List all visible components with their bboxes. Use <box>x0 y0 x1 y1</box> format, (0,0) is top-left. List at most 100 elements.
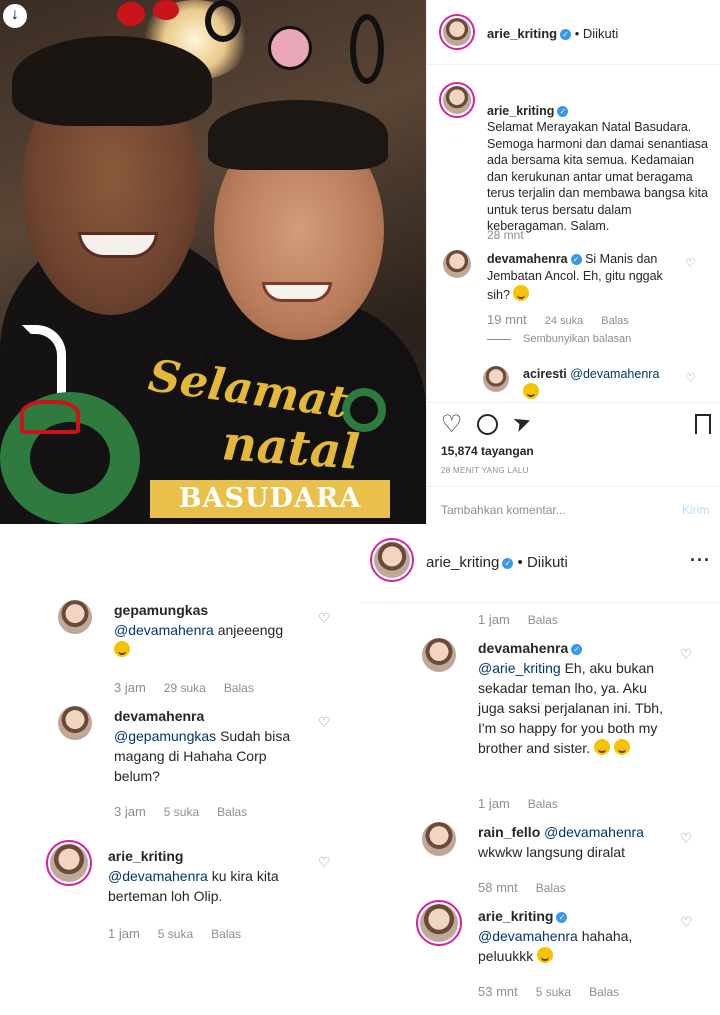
share-plane-icon[interactable]: ➤ <box>509 408 535 439</box>
reply-button[interactable]: Balas <box>211 927 241 941</box>
reply-button[interactable]: Balas <box>528 797 558 811</box>
bottom-left-panel: gepamungkas @devamahenra anjeeengg ♡ 3 j… <box>0 580 360 1015</box>
caption-username[interactable]: arie_kriting <box>487 104 554 118</box>
comment-username[interactable]: gepamungkas <box>114 602 208 618</box>
comment-username[interactable]: devamahenra <box>478 640 568 656</box>
comment-time: 1 jam <box>478 796 510 811</box>
divider <box>427 402 720 403</box>
avatar[interactable] <box>46 840 92 886</box>
avatar[interactable] <box>422 822 456 856</box>
avatar-face <box>58 706 92 740</box>
reply-button[interactable]: Balas <box>589 985 619 999</box>
comment-username[interactable]: devamahenra <box>487 252 568 266</box>
author-username[interactable]: arie_kriting <box>487 26 557 41</box>
download-icon[interactable]: ↓ <box>3 4 27 28</box>
comment-time: 1 jam <box>108 926 140 941</box>
bookmark-icon[interactable] <box>695 414 711 434</box>
ornament-pink <box>268 26 312 70</box>
mention-link[interactable]: @devamahenra <box>544 824 644 840</box>
mention-link[interactable]: @devamahenra <box>108 868 208 884</box>
comment: arie_kriting ✓ @devamahenra hahaha, peluu… <box>478 906 674 966</box>
avatar[interactable] <box>416 900 462 946</box>
comment-meta: 58 mnt Balas <box>478 880 584 895</box>
divider <box>360 602 720 603</box>
post-header: arie_kriting ✓ • Diikuti <box>487 26 618 41</box>
mention-link[interactable]: @gepamungkas <box>114 728 216 744</box>
comment-likes[interactable]: 5 suka <box>164 805 199 819</box>
like-heart-icon[interactable]: ♡ <box>318 854 331 871</box>
avatar-face <box>443 86 471 114</box>
reply-button[interactable]: Balas <box>224 681 254 695</box>
verified-icon: ✓ <box>560 29 572 40</box>
like-heart-icon[interactable]: ♡ <box>680 914 693 931</box>
comment-text: wkwkw langsung diralat <box>478 844 626 860</box>
reply-button[interactable]: Balas <box>601 315 629 327</box>
comment-username[interactable]: arie_kriting <box>478 908 553 924</box>
more-options-icon[interactable]: ··· <box>690 550 711 571</box>
mention-link[interactable]: @devamahenra <box>114 622 214 638</box>
verified-icon: ✓ <box>502 558 514 569</box>
person-left-hair <box>12 36 212 126</box>
mention-link[interactable]: @devamahenra <box>478 928 578 944</box>
like-heart-icon[interactable]: ♡ <box>318 714 331 731</box>
smile-emoji-icon <box>513 285 530 301</box>
comment-time: 3 jam <box>114 680 146 695</box>
avatar-face <box>58 600 92 634</box>
avatar[interactable] <box>370 538 414 582</box>
avatar-face <box>422 638 456 672</box>
follow-status[interactable]: • Diikuti <box>575 26 619 41</box>
smile-emoji-icon <box>537 947 554 963</box>
avatar[interactable] <box>439 14 475 50</box>
reply-button[interactable]: Balas <box>217 805 247 819</box>
avatar[interactable] <box>443 250 471 278</box>
comment-meta: 1 jam Balas <box>478 796 576 811</box>
view-count[interactable]: 15,874 tayangan <box>441 444 534 458</box>
verified-icon: ✓ <box>570 254 582 265</box>
comment-text: anjeeengg <box>217 622 284 638</box>
like-heart-icon[interactable]: ♡ <box>680 830 693 847</box>
mention-link[interactable]: @arie_kriting <box>478 660 561 676</box>
divider <box>427 486 720 487</box>
comment-time: 53 mnt <box>478 984 518 999</box>
like-heart-icon[interactable]: ♡ <box>441 410 463 439</box>
laugh-emoji-icon <box>523 383 539 399</box>
like-heart-icon[interactable]: ♡ <box>318 610 331 627</box>
comment-meta: 3 jam 5 suka Balas <box>114 804 265 819</box>
add-comment-input[interactable]: Tambahkan komentar... <box>441 503 566 517</box>
like-heart-icon[interactable]: ♡ <box>685 371 696 385</box>
like-heart-icon[interactable]: ♡ <box>680 646 693 663</box>
comment-likes[interactable]: 24 suka <box>545 315 584 327</box>
avatar[interactable] <box>58 706 92 740</box>
hide-replies-line <box>487 339 511 340</box>
reply-button[interactable]: Balas <box>528 613 558 627</box>
avatar[interactable] <box>439 82 475 118</box>
mention-link[interactable]: @devamahenra <box>570 367 659 381</box>
comment: devamahenra ✓ Si Manis dan Jembatan Ancol… <box>487 251 687 304</box>
hide-replies-button[interactable]: Sembunyikan balasan <box>523 333 631 345</box>
follow-status[interactable]: • Diikuti <box>518 554 568 571</box>
post-header: arie_kriting ✓ • Diikuti <box>426 554 568 571</box>
avatar-face <box>443 18 471 46</box>
divider <box>427 64 720 65</box>
comment-username[interactable]: arie_kriting <box>108 848 183 864</box>
author-username[interactable]: arie_kriting <box>426 554 499 571</box>
ornament-red <box>153 0 179 20</box>
comment-likes[interactable]: 5 suka <box>536 985 571 999</box>
avatar[interactable] <box>422 638 456 672</box>
person-right-hair <box>208 100 388 170</box>
post-photo[interactable]: Selamat natal BASUDARA ↓ <box>0 0 426 524</box>
comment-likes[interactable]: 29 suka <box>164 681 206 695</box>
like-heart-icon[interactable]: ♡ <box>685 256 696 270</box>
reply-button[interactable]: Balas <box>536 881 566 895</box>
comment-likes[interactable]: 5 suka <box>158 927 193 941</box>
sticker-basudara-text: BASUDARA <box>178 483 362 514</box>
avatar[interactable] <box>58 600 92 634</box>
post-panel: arie_kriting ✓ • Diikuti arie_kriting ✓ Se… <box>426 0 720 524</box>
send-button[interactable]: Kirim <box>682 503 709 517</box>
avatar[interactable] <box>483 366 509 392</box>
comment-username[interactable]: aciresti <box>523 367 567 381</box>
comment-username[interactable]: rain_fello <box>478 824 540 840</box>
comment-username[interactable]: devamahenra <box>114 708 204 724</box>
sticker-natal: natal <box>220 415 362 481</box>
comment-bubble-icon[interactable] <box>477 414 498 435</box>
